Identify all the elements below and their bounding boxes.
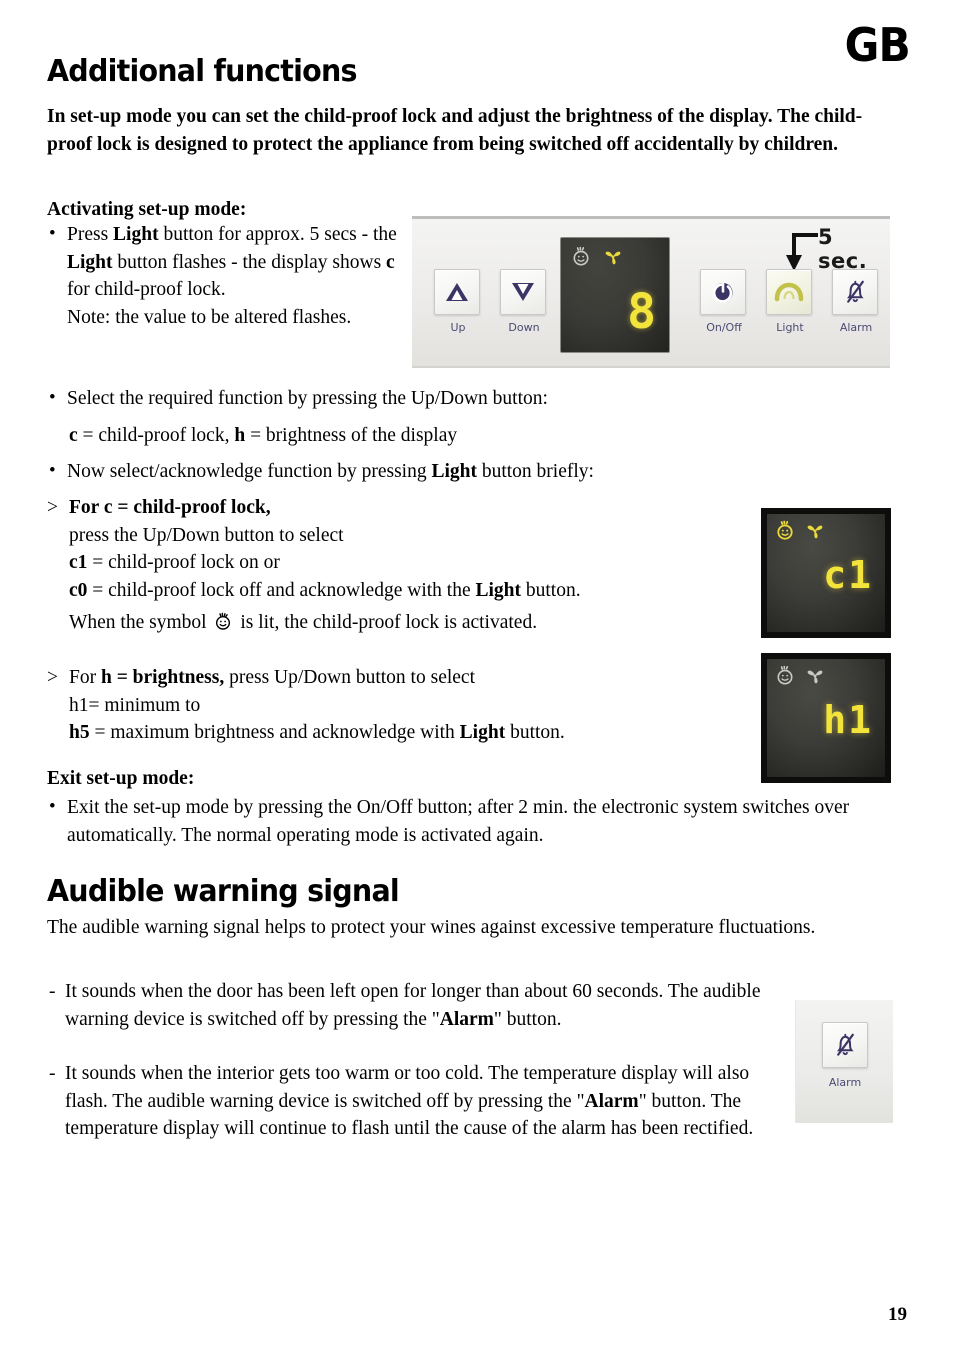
child-face-icon xyxy=(573,246,589,266)
display-value: 8 xyxy=(627,284,656,340)
up-button[interactable] xyxy=(434,269,480,315)
bullet-exit-setup: Exit the set-up mode by pressing the On/… xyxy=(47,794,877,849)
child-lock-line-2: c1 = child-proof lock on or xyxy=(69,552,280,574)
alarm-button-image: Alarm xyxy=(795,1000,893,1123)
child-lock-line-4-pre: When the symbol xyxy=(69,611,207,633)
child-face-icon xyxy=(213,612,233,632)
child-lock-line-1: press the Up/Down button to select xyxy=(69,524,344,546)
audible-item-1: It sounds when the door has been left op… xyxy=(47,978,765,1033)
triangle-down-icon xyxy=(512,283,534,301)
child-lock-line-4: When the symbol is lit, the child-proof … xyxy=(69,609,747,637)
child-lock-heading: For c = child-proof lock, xyxy=(47,494,747,522)
brightness-display: h1 xyxy=(767,659,885,777)
audible-warning-title: Audible warning signal xyxy=(47,874,400,909)
brightness-line-2: h5 = maximum brightness and acknowledge … xyxy=(69,722,565,744)
alarm-button-standalone[interactable] xyxy=(822,1022,868,1068)
page-number: 19 xyxy=(888,1304,907,1325)
function-legend: c = child-proof lock, h = brightness of … xyxy=(69,425,458,446)
child-lock-display-image: c1 xyxy=(761,508,891,638)
audible-warning-intro: The audible warning signal helps to prot… xyxy=(47,917,816,938)
five-sec-label: 5 sec. xyxy=(818,225,868,273)
intro-paragraph: In set-up mode you can set the child-pro… xyxy=(47,106,863,156)
bullet-press-light: Press Light button for approx. 5 secs - … xyxy=(47,221,405,304)
manual-page: GB Additional functions In set-up mode y… xyxy=(0,0,954,1354)
brightness-heading: For h = brightness, press Up/Down button… xyxy=(47,664,747,692)
child-lock-line-4-post: is lit, the child-proof lock is activate… xyxy=(240,611,538,633)
down-button-label: Down xyxy=(508,321,540,334)
down-button[interactable] xyxy=(500,269,546,315)
light-button-label: Light xyxy=(776,321,804,334)
up-button-label: Up xyxy=(450,321,466,334)
child-lock-display: c1 xyxy=(767,514,885,632)
fan-icon xyxy=(807,670,823,684)
control-panel-image: 5 sec. Up Down 8 On/Off Light Alarm xyxy=(412,216,890,368)
bullet-select-function: Select the required function by pressing… xyxy=(47,385,747,413)
onoff-button[interactable] xyxy=(700,269,746,315)
child-lock-line-3: c0 = child-proof lock off and acknowledg… xyxy=(69,580,581,602)
note-value-flashes: Note: the value to be altered flashes. xyxy=(67,307,352,329)
locale-badge: GB xyxy=(844,18,911,72)
alarm-button-label: Alarm xyxy=(839,321,873,334)
bullet-acknowledge-function: Now select/acknowledge function by press… xyxy=(47,458,807,486)
brightness-line-1: h1= minimum to xyxy=(69,694,201,716)
alarm-card-label: Alarm xyxy=(828,1076,862,1089)
fan-icon xyxy=(605,251,621,265)
bell-crossed-icon xyxy=(846,280,864,303)
bell-crossed-icon xyxy=(836,1033,854,1056)
page-title: Additional functions xyxy=(47,54,357,89)
fan-icon xyxy=(807,525,823,539)
lamp-icon xyxy=(774,282,804,302)
activating-setup-heading: Activating set-up mode: xyxy=(47,199,247,220)
alarm-button[interactable] xyxy=(832,269,878,315)
control-panel-display: 8 xyxy=(560,237,670,353)
child-lock-heading-text: For c = child-proof lock, xyxy=(69,497,271,518)
exit-setup-heading: Exit set-up mode: xyxy=(47,768,195,789)
child-face-icon xyxy=(777,665,793,685)
triangle-up-icon xyxy=(446,283,468,301)
five-sec-arrow-icon xyxy=(786,233,818,271)
brightness-display-value: h1 xyxy=(823,698,873,742)
child-lock-display-value: c1 xyxy=(823,553,873,597)
audible-item-2: It sounds when the interior gets too war… xyxy=(47,1060,755,1143)
power-icon xyxy=(712,282,733,303)
child-face-icon xyxy=(777,520,793,540)
light-button[interactable] xyxy=(766,269,812,315)
onoff-button-label: On/Off xyxy=(706,321,742,334)
bullet-press-light-text: Press Light button for approx. 5 secs - … xyxy=(67,224,397,301)
brightness-display-image: h1 xyxy=(761,653,891,783)
